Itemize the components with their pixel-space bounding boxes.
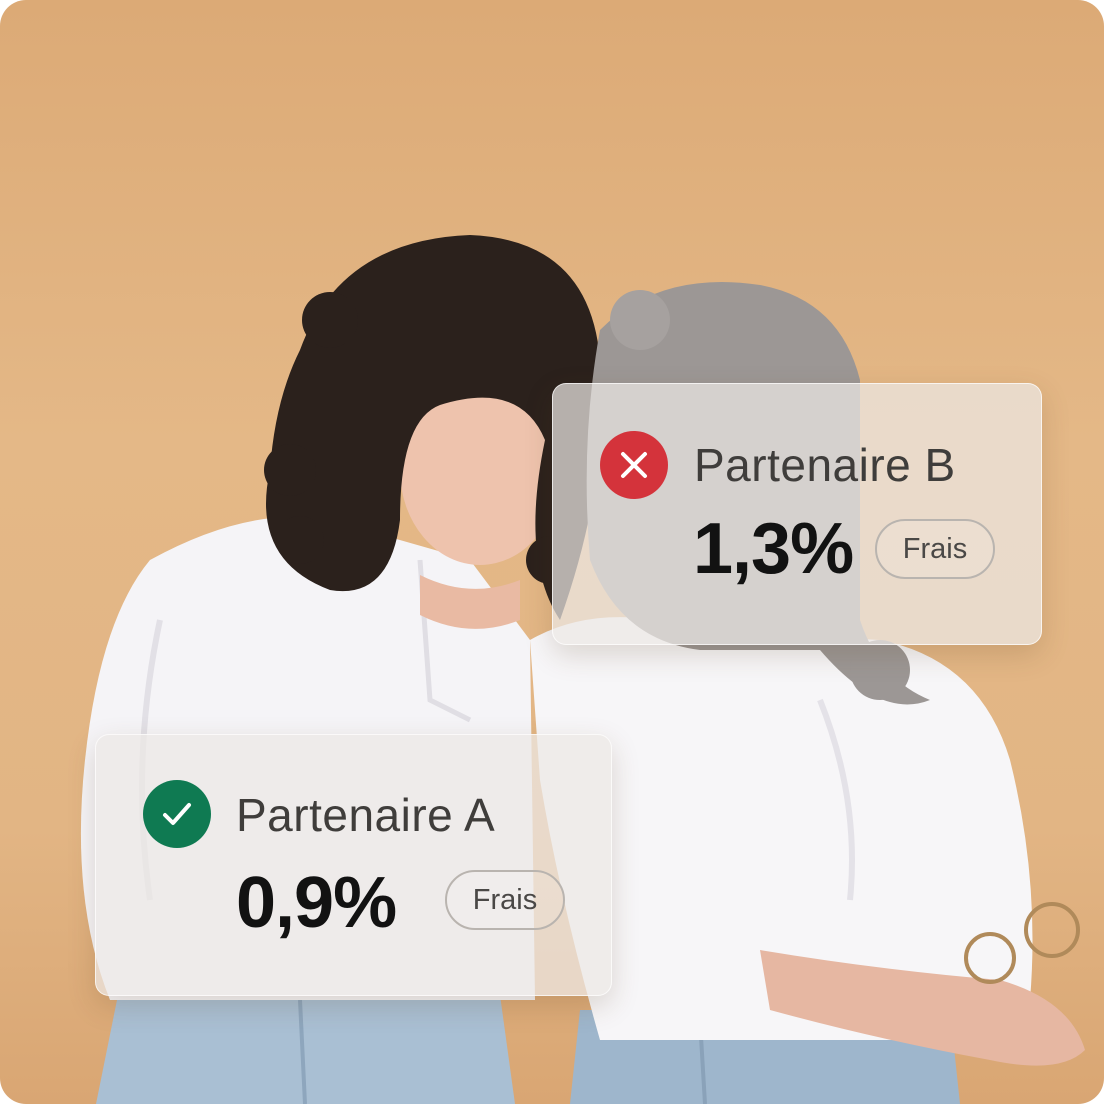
fee-rate: 1,3% <box>693 509 854 589</box>
fee-tag: Frais <box>445 870 565 930</box>
partner-a-card: Partenaire A 0,9% Frais <box>95 734 612 996</box>
close-icon <box>621 452 647 478</box>
promo-visual: Partenaire B 1,3% Frais Partenaire A 0,9… <box>0 0 1104 1104</box>
approved-status <box>143 780 211 848</box>
rejected-status <box>600 431 668 499</box>
fee-rate: 0,9% <box>236 863 397 943</box>
fee-tag: Frais <box>875 519 995 579</box>
check-icon <box>163 803 191 825</box>
partner-name: Partenaire A <box>236 789 496 841</box>
partner-b-card: Partenaire B 1,3% Frais <box>552 383 1042 645</box>
partner-name: Partenaire B <box>694 439 956 491</box>
